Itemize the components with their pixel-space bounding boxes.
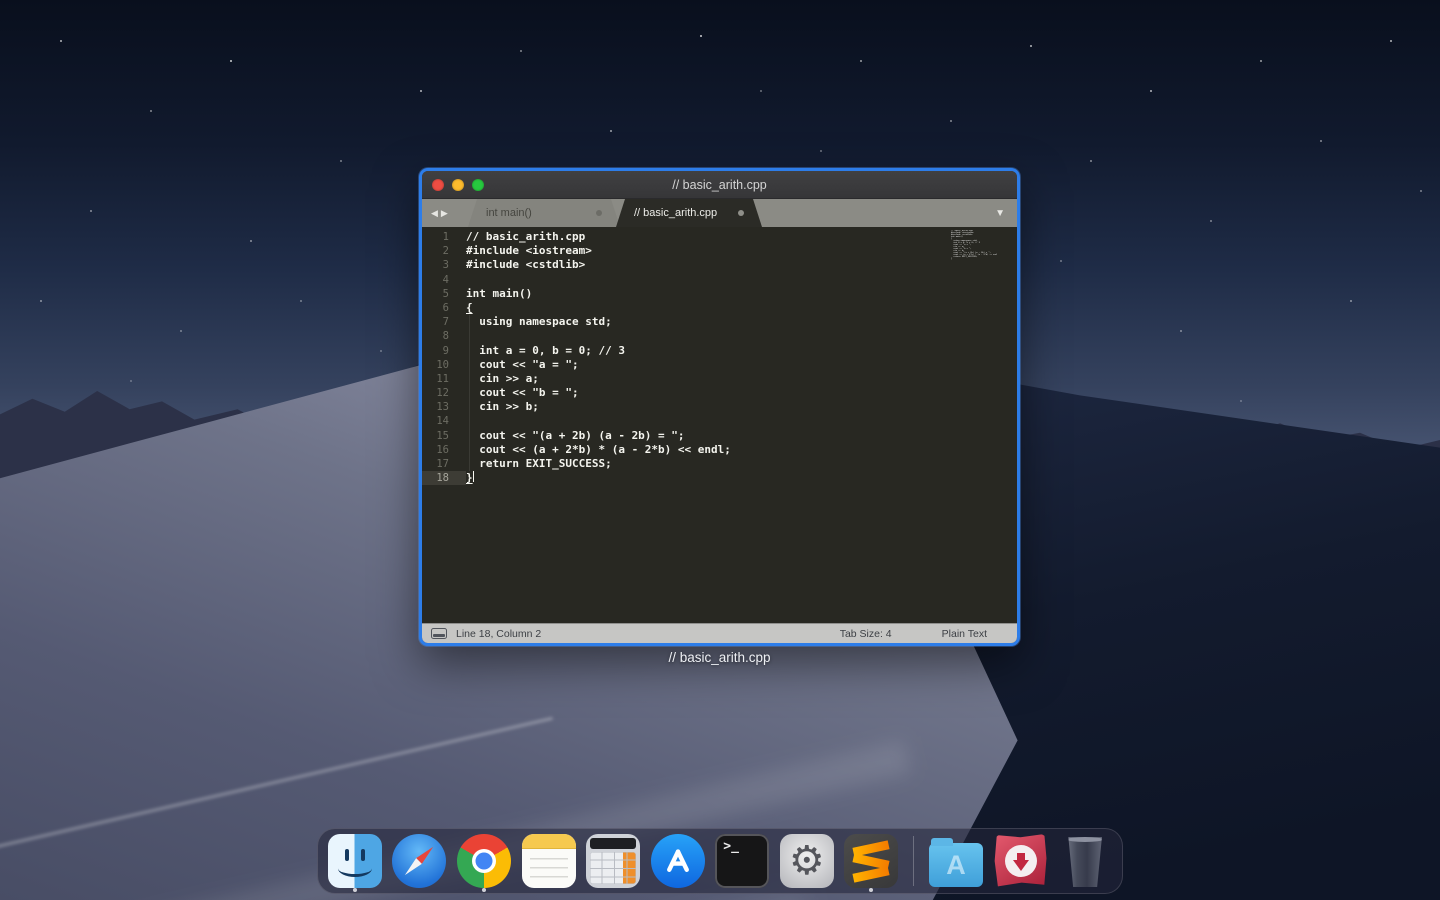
code-line: 7 using namespace std; (422, 315, 1017, 329)
code-line: 1// basic_arith.cpp (422, 230, 1017, 244)
running-indicator (482, 888, 486, 892)
cursor-position: Line 18, Column 2 (456, 628, 541, 640)
dock-item-chrome[interactable] (456, 830, 512, 892)
compass-needle (402, 844, 436, 878)
code-line: 10 cout << "a = "; (422, 358, 1017, 372)
running-indicator (869, 888, 873, 892)
dock-item-applications-folder[interactable]: A (928, 830, 984, 892)
code-line: 18} (422, 471, 1017, 485)
code-line: 9 int a = 0, b = 0; // 3 (422, 344, 1017, 358)
chevron-down-icon: ▼ (995, 208, 1005, 219)
dock-item-system-preferences[interactable]: ⚙ (779, 830, 835, 892)
notes-icon (522, 834, 576, 888)
downloads-icon (994, 834, 1048, 888)
syntax-selector[interactable]: Plain Text (942, 628, 987, 640)
panel-toggle-icon[interactable] (431, 628, 447, 639)
dock-divider (913, 836, 914, 886)
tab-label: // basic_arith.cpp (634, 207, 717, 219)
dock-item-app-store[interactable] (650, 830, 706, 892)
app-store-icon (651, 834, 705, 888)
terminal-icon: >_ (715, 834, 769, 888)
applications-folder-icon: A (929, 843, 983, 887)
dock-item-sublime-text[interactable] (844, 830, 900, 892)
code-line: 2#include <iostream> (422, 244, 1017, 258)
sublime-text-window[interactable]: // basic_arith.cpp ◀ ▶ int main() // bas… (419, 168, 1020, 646)
stars (0, 0, 2, 2)
code-line: 4 (422, 273, 1017, 287)
dock-item-calculator[interactable] (585, 830, 641, 892)
text-cursor (473, 471, 475, 482)
gear-icon: ⚙ (789, 841, 825, 881)
window-caption: // basic_arith.cpp (419, 650, 1020, 665)
finder-icon (328, 834, 382, 888)
dock-item-terminal[interactable]: >_ (714, 830, 770, 892)
code-lines: 1// basic_arith.cpp2#include <iostream>3… (422, 230, 1017, 485)
trash-icon (1065, 837, 1105, 887)
chrome-icon (457, 834, 511, 888)
dock-item-trash[interactable] (1057, 830, 1113, 892)
tab-int-main[interactable]: int main() (468, 199, 620, 227)
tab-size-selector[interactable]: Tab Size: 4 (840, 628, 892, 640)
forward-icon[interactable]: ▶ (441, 209, 448, 218)
system-preferences-icon: ⚙ (780, 834, 834, 888)
title-bar[interactable]: // basic_arith.cpp (422, 171, 1017, 199)
window-title: // basic_arith.cpp (422, 178, 1017, 192)
tab-basic-arith[interactable]: // basic_arith.cpp (616, 199, 762, 227)
code-line: 14 (422, 414, 1017, 428)
tab-nav-arrows: ◀ ▶ (431, 199, 448, 227)
tab-overflow-menu[interactable]: ▼ (995, 199, 1005, 227)
dock-item-safari[interactable] (392, 830, 448, 892)
calculator-icon (586, 834, 640, 888)
tab-bar: ◀ ▶ int main() // basic_arith.cpp ▼ (422, 199, 1017, 227)
code-line: 3#include <cstdlib> (422, 258, 1017, 272)
running-indicator (353, 888, 357, 892)
back-icon[interactable]: ◀ (431, 209, 438, 218)
code-line: 16 cout << (a + 2*b) * (a - 2*b) << endl… (422, 443, 1017, 457)
code-line: 8 (422, 329, 1017, 343)
dock-item-notes[interactable] (521, 830, 577, 892)
code-line: 15 cout << "(a + 2b) (a - 2b) = "; (422, 429, 1017, 443)
download-arrow-icon (1013, 860, 1029, 871)
code-line: 5int main() (422, 287, 1017, 301)
sublime-text-icon (844, 834, 898, 888)
status-bar: Line 18, Column 2 Tab Size: 4 Plain Text (422, 623, 1017, 643)
modified-dot-icon (596, 210, 602, 216)
code-line: 17 return EXIT_SUCCESS; (422, 457, 1017, 471)
dock-item-finder[interactable] (327, 830, 383, 892)
tabs: int main() // basic_arith.cpp (468, 199, 762, 227)
tab-label: int main() (486, 207, 532, 219)
code-line: 11 cin >> a; (422, 372, 1017, 386)
code-line: 6{ (422, 301, 1017, 315)
safari-icon (392, 834, 446, 888)
dock-item-downloads[interactable] (993, 830, 1049, 892)
dock: >_ ⚙ A (317, 828, 1123, 894)
minimap[interactable]: // basic_arith.cpp#include <iostream>#in… (951, 230, 997, 260)
code-line: 13 cin >> b; (422, 400, 1017, 414)
modified-dot-icon (738, 210, 744, 216)
code-editor[interactable]: 1// basic_arith.cpp2#include <iostream>3… (422, 227, 1017, 623)
code-line: 12 cout << "b = "; (422, 386, 1017, 400)
